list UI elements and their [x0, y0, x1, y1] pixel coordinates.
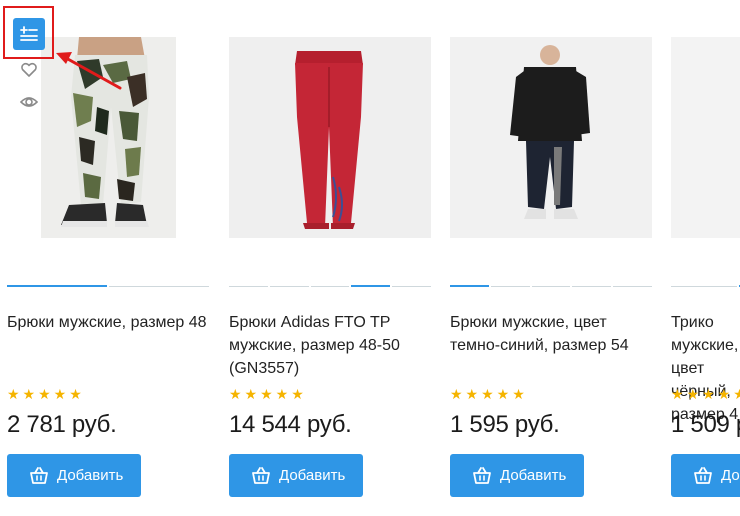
quick-view-button[interactable] — [19, 94, 39, 112]
rating-stars: ★★★★★ — [229, 386, 307, 402]
basket-icon — [30, 466, 48, 484]
pagination-dot[interactable] — [7, 285, 107, 287]
add-button-label: Доб — [721, 467, 740, 484]
red-pants-photo — [229, 37, 431, 238]
product-title[interactable]: Трико мужские, цвет чёрный, размер 4 — [671, 311, 740, 426]
favorite-button[interactable] — [20, 62, 38, 80]
basket-icon — [252, 466, 270, 484]
pagination-dot[interactable] — [572, 286, 612, 287]
product-price: 14 544 руб. — [229, 411, 352, 438]
pagination-dot[interactable] — [310, 286, 350, 287]
add-button-label: Добавить — [57, 467, 124, 484]
add-to-cart-button[interactable]: Доб — [671, 454, 740, 497]
image-pagination[interactable] — [671, 285, 740, 288]
add-to-cart-button[interactable]: Добавить — [450, 454, 584, 497]
rating-stars: ★★★★★ — [671, 386, 740, 402]
pagination-dot[interactable] — [351, 285, 391, 287]
add-button-label: Добавить — [500, 467, 567, 484]
product-image[interactable] — [229, 37, 431, 238]
pagination-dot[interactable] — [671, 286, 737, 287]
basket-icon — [473, 466, 491, 484]
rating-stars: ★★★★★ — [450, 386, 528, 402]
pagination-dot[interactable] — [229, 286, 268, 287]
pagination-dot[interactable] — [109, 286, 209, 287]
product-card: Брюки мужские, размер 48 ★★★★★ 2 781 руб… — [7, 0, 217, 516]
product-card: Брюки Adidas FTO TP мужские, размер 48-5… — [229, 0, 439, 516]
product-image[interactable] — [671, 37, 740, 238]
product-title[interactable]: Брюки мужские, размер 48 — [7, 311, 207, 334]
black-tracksuit-photo — [450, 37, 652, 238]
pagination-dot[interactable] — [269, 286, 309, 287]
add-to-cart-button[interactable]: Добавить — [7, 454, 141, 497]
heart-icon — [21, 62, 37, 77]
product-image[interactable] — [41, 37, 176, 238]
product-image[interactable] — [450, 37, 652, 238]
eye-icon — [19, 97, 39, 107]
product-title[interactable]: Брюки Adidas FTO TP мужские, размер 48-5… — [229, 311, 429, 380]
product-price: 1 595 руб. — [450, 411, 560, 438]
product-title[interactable]: Брюки мужские, цвет темно-синий, размер … — [450, 311, 650, 357]
product-price: 2 781 руб. — [7, 411, 117, 438]
basket-icon — [694, 466, 712, 484]
pagination-dot[interactable] — [450, 285, 489, 287]
image-pagination[interactable] — [229, 285, 431, 288]
product-card: Трико мужские, цвет чёрный, размер 4 ★★★… — [671, 0, 740, 516]
product-photo — [671, 37, 740, 238]
pagination-dot[interactable] — [613, 286, 652, 287]
pagination-dot[interactable] — [490, 286, 530, 287]
add-button-label: Добавить — [279, 467, 346, 484]
product-price: 1 509 р — [671, 411, 740, 438]
image-pagination[interactable] — [450, 285, 652, 288]
pagination-dot[interactable] — [531, 286, 571, 287]
highlight-box — [3, 6, 54, 59]
camo-pants-photo — [41, 37, 176, 238]
pagination-dot[interactable] — [392, 286, 431, 287]
image-pagination[interactable] — [7, 285, 209, 288]
add-to-cart-button[interactable]: Добавить — [229, 454, 363, 497]
rating-stars: ★★★★★ — [7, 386, 85, 402]
product-grid: Брюки мужские, размер 48 ★★★★★ 2 781 руб… — [0, 0, 740, 516]
product-card: Брюки мужские, цвет темно-синий, размер … — [450, 0, 660, 516]
